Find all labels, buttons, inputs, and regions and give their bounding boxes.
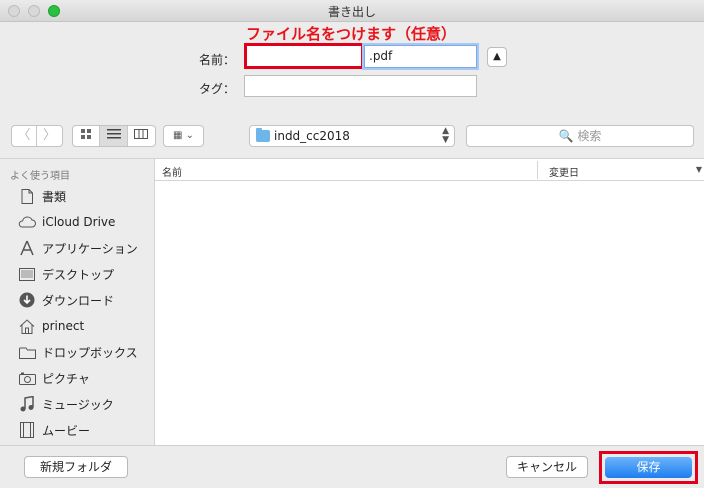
bottom-bar: 新規フォルダ キャンセル 保存 [0, 445, 704, 488]
view-mode-control [72, 125, 156, 147]
sidebar-item-home[interactable]: prinect [18, 316, 84, 336]
list-view-button[interactable] [100, 126, 128, 146]
sidebar-item-label: アプリケーション [42, 241, 138, 256]
list-icon [106, 129, 121, 139]
cancel-button[interactable]: キャンセル [506, 456, 588, 478]
browser-toolbar: 〈 〉 ▦ ⌄ indd_cc2018 ▲ ▼ 🔍 検索 [0, 117, 704, 157]
camera-icon [18, 370, 36, 386]
sidebar-item-label: ダウンロード [42, 293, 115, 308]
sidebar-item-label: ピクチャ [42, 371, 90, 386]
chevron-up-icon: ▲ [493, 51, 501, 62]
sidebar-item-documents[interactable]: 書類 [18, 186, 66, 206]
sidebar-item-applications[interactable]: アプリケーション [18, 238, 138, 258]
music-icon [18, 396, 36, 412]
sidebar-item-desktop[interactable]: デスクトップ [18, 264, 114, 284]
sidebar-heading: よく使う項目 [10, 171, 70, 182]
film-icon [18, 422, 36, 438]
sidebar-item-icloud[interactable]: iCloud Drive [18, 212, 115, 232]
icon-view-button[interactable] [73, 126, 101, 146]
column-divider [537, 161, 538, 179]
sort-arrow-icon: ▼ [695, 165, 702, 174]
applications-icon [18, 240, 36, 256]
sidebar-item-dropbox[interactable]: ドロップボックス [18, 342, 138, 362]
sidebar-item-label: 書類 [42, 189, 67, 204]
cloud-icon [18, 214, 36, 230]
document-icon [18, 188, 36, 204]
tag-input[interactable] [244, 75, 477, 97]
home-icon [18, 318, 36, 334]
save-form: ファイル名をつけます（任意） 名前： .pdf ▲ タグ： [0, 23, 704, 107]
window-title: 書き出し [327, 5, 376, 19]
sidebar: よく使う項目 書類 iCloud Drive アプリケーション デスクトップ ダ… [0, 158, 155, 445]
new-folder-button[interactable]: 新規フォルダ [24, 456, 128, 478]
grid-icon [81, 129, 92, 139]
back-button[interactable]: 〈 [12, 126, 37, 146]
column-date-header[interactable]: 変更日 [549, 164, 579, 179]
file-list[interactable]: 名前 変更日 ▼ [155, 158, 704, 445]
file-extension-field[interactable]: .pdf [364, 45, 477, 68]
sidebar-item-label: ミュージック [42, 397, 114, 412]
back-forward-control: 〈 〉 [11, 125, 63, 147]
search-field[interactable]: 🔍 検索 [466, 125, 694, 147]
arrange-grid-icon: ▦ [172, 130, 183, 141]
download-icon [18, 292, 36, 308]
sidebar-item-pictures[interactable]: ピクチャ [18, 368, 90, 388]
tag-label: タグ： [198, 82, 235, 96]
save-button-highlight: 保存 [599, 451, 698, 484]
sidebar-item-label: デスクトップ [42, 267, 115, 282]
column-view-button[interactable] [128, 126, 155, 146]
name-label: 名前： [198, 53, 235, 67]
sidebar-item-label: prinect [42, 319, 85, 333]
folder-icon [256, 128, 270, 142]
sidebar-item-music[interactable]: ミュージック [18, 394, 114, 414]
folder-icon [18, 344, 36, 360]
expand-dialog-button[interactable]: ▲ [487, 47, 507, 67]
arrange-menu-button[interactable]: ▦ ⌄ [163, 125, 204, 147]
forward-button[interactable]: 〉 [37, 126, 62, 146]
list-column-header: 名前 変更日 ▼ [155, 159, 704, 181]
sidebar-item-label: ムービー [42, 423, 91, 438]
current-folder-label: indd_cc2018 [274, 129, 350, 143]
sidebar-item-label: ドロップボックス [42, 345, 138, 360]
desktop-icon [18, 266, 36, 282]
updown-chevron-icon: ▲ ▼ [442, 126, 449, 145]
columns-icon [134, 129, 149, 139]
sidebar-item-label: iCloud Drive [42, 215, 116, 229]
sidebar-item-downloads[interactable]: ダウンロード [18, 290, 114, 310]
filename-input[interactable] [244, 43, 364, 69]
folder-location-popup[interactable]: indd_cc2018 ▲ ▼ [249, 125, 455, 147]
annotation-text: ファイル名をつけます（任意） [246, 25, 457, 43]
column-name-header[interactable]: 名前 [162, 164, 182, 179]
chevron-down-icon: ⌄ [185, 130, 195, 141]
title-bar: 書き出し [0, 0, 704, 22]
save-button[interactable]: 保存 [605, 457, 692, 478]
sidebar-item-movies[interactable]: ムービー [18, 420, 90, 440]
